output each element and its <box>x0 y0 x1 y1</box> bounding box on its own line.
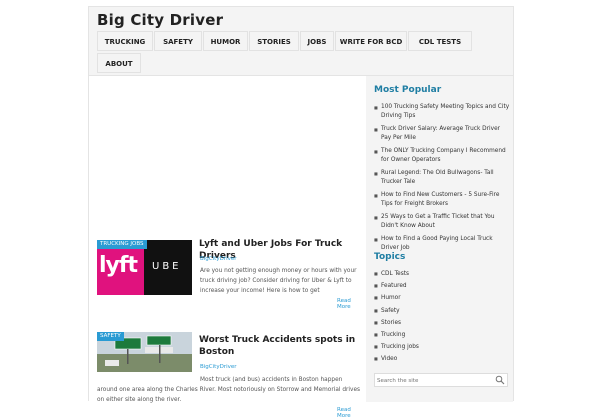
excerpt-line: truck driving job? Consider driving for … <box>200 278 352 284</box>
nav-item-trucking[interactable]: TRUCKING <box>97 31 153 51</box>
popular-item[interactable]: How to Find New Customers - 5 Sure-Fire … <box>374 191 510 209</box>
popular-item[interactable]: The ONLY Trucking Company I Recommend fo… <box>374 147 510 165</box>
main-column: lyft UBE TRUCKING JOBS Lyft and Uber Job… <box>89 76 365 419</box>
nav-item-about[interactable]: ABOUT <box>97 53 141 73</box>
nav-item-cdl-tests[interactable]: CDL TESTS <box>408 31 472 51</box>
nav-item-stories[interactable]: STORIES <box>249 31 299 51</box>
most-popular-list: 100 Trucking Safety Meeting Topics and C… <box>374 103 510 257</box>
topic-item[interactable]: Featured <box>374 280 419 292</box>
topic-item[interactable]: CDL Tests <box>374 268 419 280</box>
category-badge[interactable]: SAFETY <box>97 332 124 341</box>
site-title[interactable]: Big City Driver <box>97 11 223 29</box>
nav-item-safety[interactable]: SAFETY <box>154 31 202 51</box>
uber-logo-text: UBE <box>152 261 182 272</box>
topic-item[interactable]: Humor <box>374 292 419 304</box>
search-icon[interactable] <box>495 375 505 385</box>
topic-item[interactable]: Trucking jobs <box>374 341 419 353</box>
post-thumbnail[interactable]: SAFETY <box>97 332 192 372</box>
uber-logo-panel: UBE <box>144 240 192 295</box>
content-area: lyft UBE TRUCKING JOBS Lyft and Uber Job… <box>89 75 513 419</box>
post-excerpt-continued: around one area along the Charles River.… <box>97 385 372 405</box>
topic-item[interactable]: Stories <box>374 317 419 329</box>
search-input[interactable] <box>377 375 487 386</box>
excerpt-line: on either site along the river. <box>97 397 182 403</box>
topic-item[interactable]: Safety <box>374 305 419 317</box>
post-thumbnail[interactable]: lyft UBE TRUCKING JOBS <box>97 240 192 295</box>
popular-item[interactable]: How to Find a Good Paying Local Truck Dr… <box>374 235 510 253</box>
popular-item[interactable]: Rural Legend: The Old Bullwagons- Tall T… <box>374 169 510 187</box>
topics-title: Topics <box>374 252 406 262</box>
most-popular-title: Most Popular <box>374 85 442 95</box>
excerpt-line: increase your income! Here is how to get <box>200 288 320 294</box>
popular-item[interactable]: Truck Driver Salary: Average Truck Drive… <box>374 125 510 143</box>
post-author[interactable]: BigCityDriver <box>200 256 237 262</box>
popular-item[interactable]: 100 Trucking Safety Meeting Topics and C… <box>374 103 510 121</box>
nav-item-jobs[interactable]: JOBS <box>300 31 334 51</box>
read-more-link[interactable]: Read More <box>337 298 363 310</box>
topic-item[interactable]: Video <box>374 353 419 365</box>
post-title[interactable]: Worst Truck Accidents spots in Boston <box>199 334 364 358</box>
excerpt-line: Are you not getting enough money or hour… <box>200 268 357 274</box>
popular-item[interactable]: 25 Ways to Get a Traffic Ticket that You… <box>374 213 510 231</box>
post-author[interactable]: BigCityDriver <box>200 364 237 370</box>
site-wrapper: Big City Driver TRUCKING SAFETY HUMOR ST… <box>88 6 514 419</box>
sidebar: Most Popular 100 Trucking Safety Meeting… <box>366 76 513 402</box>
nav-item-write-for-bcd[interactable]: WRITE FOR BCD <box>335 31 407 51</box>
post-excerpt: Are you not getting enough money or hour… <box>200 266 370 296</box>
topics-list: CDL Tests Featured Humor Safety Stories … <box>374 268 419 366</box>
topic-item[interactable]: Trucking <box>374 329 419 341</box>
read-more-link[interactable]: Read More <box>337 407 363 419</box>
excerpt-line: around one area along the Charles River.… <box>97 387 361 393</box>
nav-item-humor[interactable]: HUMOR <box>203 31 248 51</box>
search-box <box>374 373 508 387</box>
lyft-logo-text: lyft <box>99 253 138 278</box>
category-badge[interactable]: TRUCKING JOBS <box>97 240 147 249</box>
